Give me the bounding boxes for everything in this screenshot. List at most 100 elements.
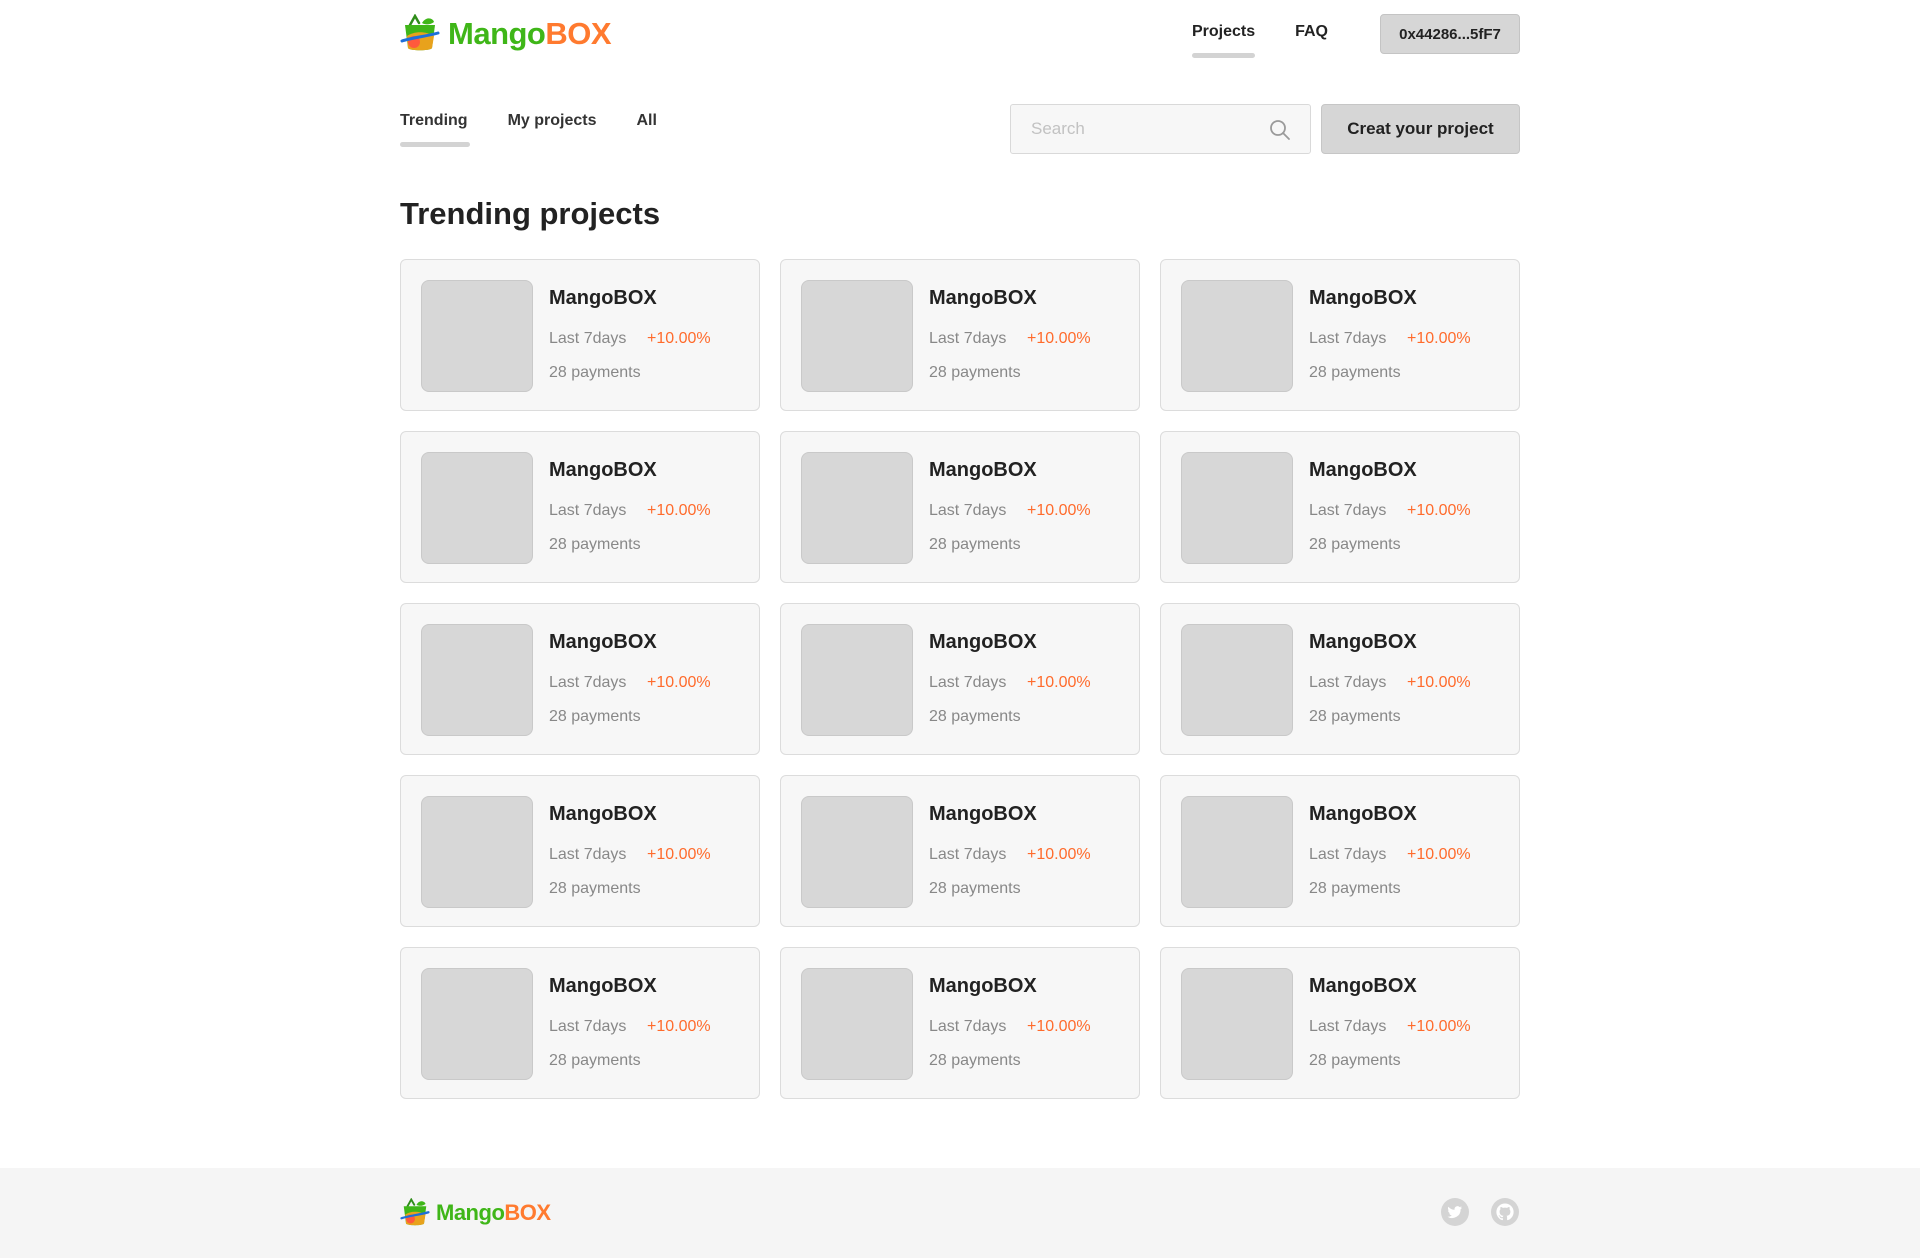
project-thumbnail <box>1181 968 1293 1080</box>
nav-projects[interactable]: Projects <box>1191 23 1256 58</box>
project-name: MangoBOX <box>929 631 1037 653</box>
create-project-button[interactable]: Creat your project <box>1321 104 1520 154</box>
project-change: +10.00% <box>1407 330 1471 347</box>
project-payments: 28 payments <box>549 536 641 553</box>
project-period: Last 7days <box>929 846 1007 863</box>
tab-my-projects[interactable]: My projects <box>508 112 597 130</box>
tab-trending[interactable]: Trending <box>400 112 470 147</box>
project-name: MangoBOX <box>1309 975 1417 997</box>
header: MangoBOX Projects FAQ 0x44286...5fF7 <box>400 0 1520 68</box>
project-payments: 28 payments <box>549 1052 641 1069</box>
project-change: +10.00% <box>1407 502 1471 519</box>
footer-logo-text-mango: Mango <box>436 1200 505 1225</box>
project-card[interactable]: MangoBOX Last 7days +10.00% 28 payments <box>780 947 1140 1099</box>
project-payments: 28 payments <box>929 708 1021 725</box>
project-name: MangoBOX <box>929 803 1037 825</box>
project-card[interactable]: MangoBOX Last 7days +10.00% 28 payments <box>1160 431 1520 583</box>
project-card[interactable]: MangoBOX Last 7days +10.00% 28 payments <box>780 259 1140 411</box>
project-card[interactable]: MangoBOX Last 7days +10.00% 28 payments <box>1160 259 1520 411</box>
project-change: +10.00% <box>647 330 711 347</box>
project-thumbnail <box>1181 280 1293 392</box>
project-period: Last 7days <box>549 502 627 519</box>
page: MangoBOX Projects FAQ 0x44286...5fF7 Tre… <box>0 0 1920 1258</box>
project-change: +10.00% <box>647 846 711 863</box>
project-thumbnail <box>801 968 913 1080</box>
project-name: MangoBOX <box>549 287 657 309</box>
project-thumbnail <box>801 796 913 908</box>
project-thumbnail <box>801 280 913 392</box>
footer-logo-text-box: BOX <box>504 1200 551 1225</box>
project-card[interactable]: MangoBOX Last 7days +10.00% 28 payments <box>1160 775 1520 927</box>
project-payments: 28 payments <box>929 880 1021 897</box>
nav-faq[interactable]: FAQ <box>1295 23 1328 41</box>
project-change: +10.00% <box>1407 1018 1471 1035</box>
search-icon[interactable] <box>1268 118 1292 142</box>
project-change: +10.00% <box>647 674 711 691</box>
project-period: Last 7days <box>549 330 627 347</box>
project-thumbnail <box>801 452 913 564</box>
project-grid: MangoBOX Last 7days +10.00% 28 payments … <box>400 259 1520 1099</box>
social-links <box>1420 1197 1520 1227</box>
project-name: MangoBOX <box>549 975 657 997</box>
project-thumbnail <box>801 624 913 736</box>
project-card[interactable]: MangoBOX Last 7days +10.00% 28 payments <box>400 947 760 1099</box>
wallet-address-button[interactable]: 0x44286...5fF7 <box>1380 14 1520 54</box>
footer-logo[interactable]: MangoBOX <box>400 1197 551 1229</box>
project-change: +10.00% <box>1027 674 1091 691</box>
project-card[interactable]: MangoBOX Last 7days +10.00% 28 payments <box>400 431 760 583</box>
project-thumbnail <box>1181 452 1293 564</box>
project-period: Last 7days <box>1309 674 1387 691</box>
logo-text-mango: Mango <box>448 16 546 51</box>
project-payments: 28 payments <box>1309 536 1401 553</box>
github-icon[interactable] <box>1490 1197 1520 1227</box>
project-period: Last 7days <box>549 846 627 863</box>
project-card[interactable]: MangoBOX Last 7days +10.00% 28 payments <box>1160 947 1520 1099</box>
project-payments: 28 payments <box>549 880 641 897</box>
project-name: MangoBOX <box>929 287 1037 309</box>
project-payments: 28 payments <box>1309 880 1401 897</box>
project-payments: 28 payments <box>1309 364 1401 381</box>
project-card[interactable]: MangoBOX Last 7days +10.00% 28 payments <box>400 259 760 411</box>
project-change: +10.00% <box>1027 1018 1091 1035</box>
project-card[interactable]: MangoBOX Last 7days +10.00% 28 payments <box>400 603 760 755</box>
project-change: +10.00% <box>647 502 711 519</box>
project-card[interactable]: MangoBOX Last 7days +10.00% 28 payments <box>780 431 1140 583</box>
project-period: Last 7days <box>1309 1018 1387 1035</box>
project-change: +10.00% <box>1407 846 1471 863</box>
tab-all[interactable]: All <box>636 112 656 130</box>
project-thumbnail <box>421 968 533 1080</box>
footer: MangoBOX <box>0 1168 1920 1258</box>
project-card[interactable]: MangoBOX Last 7days +10.00% 28 payments <box>780 603 1140 755</box>
project-name: MangoBOX <box>929 975 1037 997</box>
project-period: Last 7days <box>929 674 1007 691</box>
logo[interactable]: MangoBOX <box>400 14 612 54</box>
project-change: +10.00% <box>647 1018 711 1035</box>
project-card[interactable]: MangoBOX Last 7days +10.00% 28 payments <box>400 775 760 927</box>
toolbar: Trending My projects All Creat your proj… <box>400 100 1520 156</box>
project-payments: 28 payments <box>929 1052 1021 1069</box>
search-input[interactable] <box>1011 105 1251 153</box>
mango-logo-icon <box>400 1198 430 1226</box>
project-period: Last 7days <box>1309 502 1387 519</box>
project-change: +10.00% <box>1027 846 1091 863</box>
project-tabs: Trending My projects All <box>400 112 697 147</box>
project-card[interactable]: MangoBOX Last 7days +10.00% 28 payments <box>1160 603 1520 755</box>
project-thumbnail <box>1181 624 1293 736</box>
project-change: +10.00% <box>1407 674 1471 691</box>
project-payments: 28 payments <box>1309 708 1401 725</box>
project-thumbnail <box>421 452 533 564</box>
project-period: Last 7days <box>929 1018 1007 1035</box>
page-title: Trending projects <box>400 196 661 231</box>
twitter-icon[interactable] <box>1440 1197 1470 1227</box>
project-name: MangoBOX <box>549 631 657 653</box>
project-thumbnail <box>421 280 533 392</box>
project-change: +10.00% <box>1027 502 1091 519</box>
project-period: Last 7days <box>1309 330 1387 347</box>
project-payments: 28 payments <box>929 536 1021 553</box>
project-name: MangoBOX <box>549 803 657 825</box>
project-card[interactable]: MangoBOX Last 7days +10.00% 28 payments <box>780 775 1140 927</box>
project-thumbnail <box>1181 796 1293 908</box>
project-name: MangoBOX <box>929 459 1037 481</box>
project-name: MangoBOX <box>1309 631 1417 653</box>
project-name: MangoBOX <box>1309 287 1417 309</box>
